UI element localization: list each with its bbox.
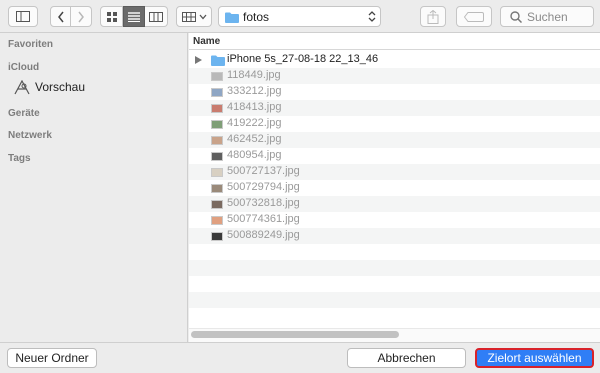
- sidebar-heading-network[interactable]: Netzwerk: [8, 130, 52, 141]
- sidebar-item-label: Vorschau: [35, 80, 86, 94]
- icon-view-icon: [106, 11, 117, 22]
- chevron-down-icon: [199, 14, 207, 19]
- file-name: 333212.jpg: [227, 85, 282, 97]
- image-thumbnail-icon: [211, 216, 223, 225]
- preview-app-icon: [14, 79, 30, 94]
- chevron-right-icon: [78, 11, 84, 22]
- scrollbar-thumb[interactable]: [191, 331, 399, 338]
- dialog-footer: Neuer Ordner Abbrechen Zielort auswählen: [0, 342, 600, 373]
- empty-row: [189, 260, 600, 276]
- list-view-icon: [128, 11, 140, 22]
- folder-row[interactable]: iPhone 5s_27-08-18 22_13_46: [189, 52, 600, 68]
- tags-button[interactable]: [456, 6, 492, 27]
- sidebar-heading-devices[interactable]: Geräte: [8, 108, 40, 119]
- arrange-icon: [182, 11, 196, 22]
- view-icons-button[interactable]: [100, 6, 123, 27]
- updown-arrows-icon: [368, 11, 376, 22]
- empty-row: [189, 308, 600, 324]
- file-name: 500732818.jpg: [227, 197, 300, 209]
- file-name: 462452.jpg: [227, 133, 282, 145]
- sidebar-icon: [16, 11, 30, 22]
- tag-icon: [464, 11, 484, 22]
- image-thumbnail-icon: [211, 104, 223, 113]
- sidebar-toggle-button[interactable]: [8, 6, 38, 27]
- folder-icon: [225, 12, 239, 23]
- column-header-name[interactable]: Name: [193, 36, 220, 47]
- location-popup[interactable]: fotos: [218, 6, 381, 27]
- sidebar-item-vorschau[interactable]: Vorschau: [14, 78, 85, 96]
- column-header-row: Name: [189, 33, 600, 50]
- sidebar-heading-favorites[interactable]: Favoriten: [8, 39, 53, 50]
- image-thumbnail-icon: [211, 136, 223, 145]
- file-row[interactable]: 118449.jpg: [189, 68, 600, 84]
- image-thumbnail-icon: [211, 152, 223, 161]
- image-thumbnail-icon: [211, 72, 223, 81]
- new-folder-button[interactable]: Neuer Ordner: [7, 348, 97, 368]
- cancel-button[interactable]: Abbrechen: [347, 348, 466, 368]
- file-name: 418413.jpg: [227, 101, 282, 113]
- file-row[interactable]: 500732818.jpg: [189, 196, 600, 212]
- arrange-menu-button[interactable]: [176, 6, 212, 27]
- file-name: 480954.jpg: [227, 149, 282, 161]
- image-thumbnail-icon: [211, 184, 223, 193]
- empty-row: [189, 244, 600, 260]
- view-list-button[interactable]: [123, 6, 145, 27]
- image-thumbnail-icon: [211, 200, 223, 209]
- search-field[interactable]: Suchen: [500, 6, 594, 27]
- sidebar-heading-icloud[interactable]: iCloud: [8, 62, 39, 73]
- image-thumbnail-icon: [211, 168, 223, 177]
- folder-name: iPhone 5s_27-08-18 22_13_46: [227, 53, 379, 65]
- image-thumbnail-icon: [211, 120, 223, 129]
- view-columns-button[interactable]: [145, 6, 168, 27]
- back-button[interactable]: [50, 6, 71, 27]
- image-thumbnail-icon: [211, 232, 223, 241]
- file-row[interactable]: 419222.jpg: [189, 116, 600, 132]
- file-name: 500774361.jpg: [227, 213, 300, 225]
- disclosure-triangle-icon[interactable]: [195, 56, 202, 64]
- file-row[interactable]: 418413.jpg: [189, 100, 600, 116]
- empty-row: [189, 292, 600, 308]
- folder-icon: [211, 55, 225, 66]
- location-label: fotos: [243, 10, 270, 24]
- file-name: 500729794.jpg: [227, 181, 300, 193]
- sidebar-heading-tags[interactable]: Tags: [8, 153, 31, 164]
- search-placeholder: Suchen: [527, 10, 568, 24]
- forward-button[interactable]: [71, 6, 92, 27]
- file-row[interactable]: 500727137.jpg: [189, 164, 600, 180]
- file-row[interactable]: 500729794.jpg: [189, 180, 600, 196]
- file-name: 118449.jpg: [227, 69, 281, 81]
- share-icon: [427, 9, 439, 24]
- file-row[interactable]: 500889249.jpg: [189, 228, 600, 244]
- share-button[interactable]: [420, 6, 446, 27]
- image-thumbnail-icon: [211, 88, 223, 97]
- file-name: 500727137.jpg: [227, 165, 300, 177]
- file-row[interactable]: 480954.jpg: [189, 148, 600, 164]
- chevron-left-icon: [57, 11, 64, 22]
- file-list: Name iPhone 5s_27-08-18 22_13_46 118449.j…: [189, 33, 600, 342]
- column-view-icon: [149, 11, 163, 22]
- file-row[interactable]: 500774361.jpg: [189, 212, 600, 228]
- empty-row: [189, 276, 600, 292]
- choose-destination-button[interactable]: Zielort auswählen: [475, 348, 594, 368]
- file-name: 419222.jpg: [227, 117, 282, 129]
- file-row[interactable]: 462452.jpg: [189, 132, 600, 148]
- file-name: 500889249.jpg: [227, 229, 300, 241]
- file-row[interactable]: 333212.jpg: [189, 84, 600, 100]
- toolbar: fotos Suchen: [0, 0, 600, 33]
- sidebar: Favoriten iCloud Vorschau Geräte Netzwer…: [0, 33, 188, 342]
- search-icon: [510, 11, 522, 23]
